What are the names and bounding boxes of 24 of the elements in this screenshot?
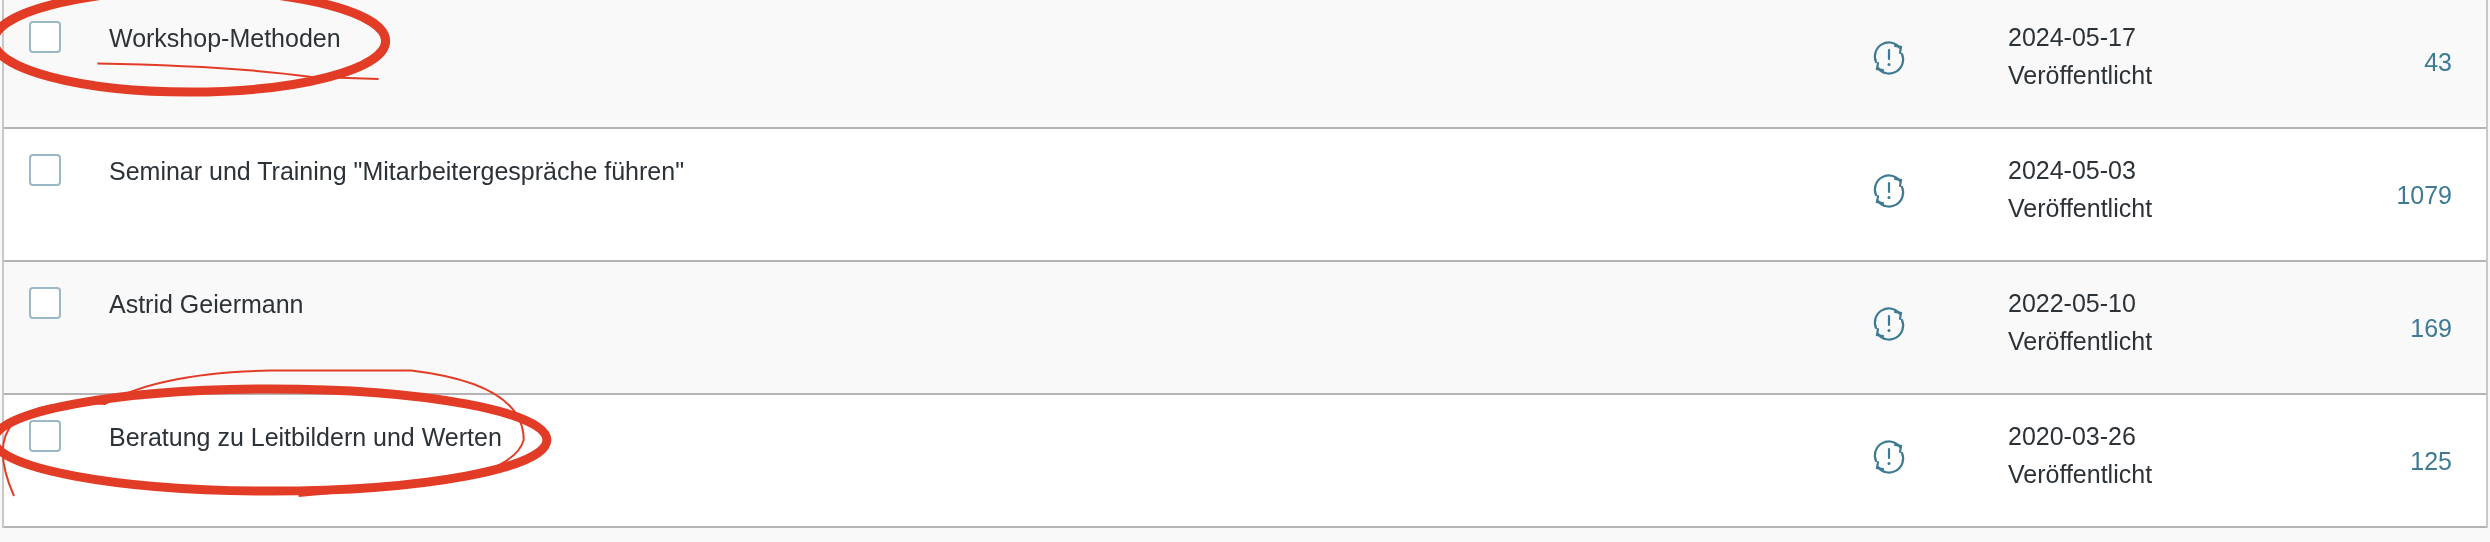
post-status: Veröffentlicht — [2008, 60, 2153, 91]
checkbox[interactable] — [29, 420, 61, 452]
post-title[interactable]: Workshop-Methoden — [109, 24, 341, 52]
sync-warning-icon — [1871, 40, 1907, 76]
post-status: Veröffentlicht — [2008, 193, 2153, 224]
post-date: 2022-05-10 — [2008, 288, 2136, 319]
post-title[interactable]: Beratung zu Leitbildern und Werten — [109, 423, 502, 451]
checkbox[interactable] — [29, 21, 61, 53]
post-status: Veröffentlicht — [2008, 459, 2153, 490]
count-link[interactable]: 43 — [2424, 47, 2452, 77]
post-date: 2024-05-03 — [2008, 155, 2136, 186]
sync-warning-icon — [1871, 173, 1907, 209]
post-title[interactable]: Astrid Geiermann — [109, 290, 304, 318]
post-date: 2020-03-26 — [2008, 421, 2136, 452]
checkbox[interactable] — [29, 154, 61, 186]
checkbox[interactable] — [29, 287, 61, 319]
count-link[interactable]: 125 — [2410, 446, 2452, 476]
post-status: Veröffentlicht — [2008, 326, 2153, 357]
sync-warning-icon — [1871, 439, 1907, 475]
sync-warning-icon — [1871, 306, 1907, 342]
post-title[interactable]: Seminar und Training "Mitarbeitergespräche führen" — [109, 157, 684, 185]
count-link[interactable]: 169 — [2410, 313, 2452, 343]
post-date: 2024-05-17 — [2008, 22, 2136, 53]
count-link[interactable]: 1079 — [2396, 180, 2452, 210]
